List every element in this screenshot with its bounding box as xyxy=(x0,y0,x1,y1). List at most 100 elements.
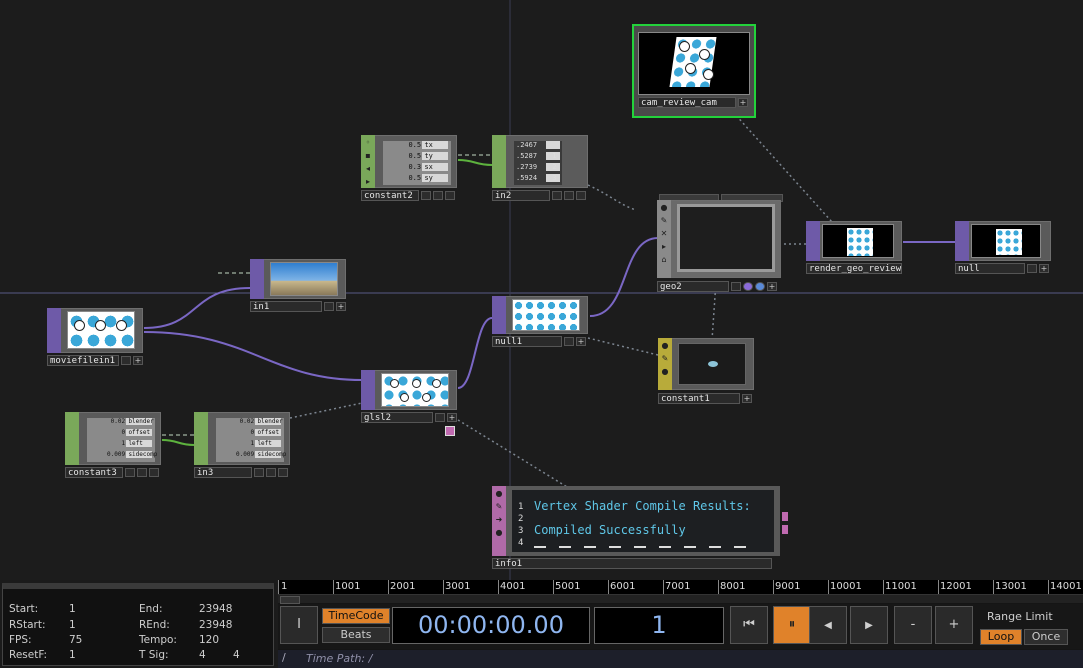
rstart-value[interactable]: 1 xyxy=(69,619,76,631)
node-info1[interactable]: ● ✎ ➜ ● 1 2 3 4 Vertex Shader Compile Re… xyxy=(492,486,788,569)
node-label[interactable]: constant1 xyxy=(658,393,740,404)
bypass-icon[interactable]: ◦ xyxy=(363,138,373,148)
node-label[interactable]: moviefilein1 xyxy=(47,355,119,366)
bypass-icon[interactable]: ● xyxy=(494,489,504,499)
path-root[interactable]: / xyxy=(282,651,286,664)
node-glsl2[interactable]: glsl2 + xyxy=(361,370,459,438)
flag-icon[interactable] xyxy=(576,191,586,200)
flag-icon[interactable] xyxy=(435,413,445,422)
node-in2[interactable]: .2467 _ .5287 _1 .2739 _2 .5924 _3 in2 xyxy=(492,135,590,201)
timecode-display[interactable]: 00:00:00.00 xyxy=(392,607,590,644)
node-label[interactable]: constant2 xyxy=(361,190,419,201)
speed-up-button[interactable]: + xyxy=(935,606,973,644)
flag-icon[interactable] xyxy=(743,282,753,291)
render-icon[interactable]: ▸ xyxy=(363,177,373,187)
flag-icon[interactable] xyxy=(324,302,334,311)
step-back-button[interactable]: ◀ xyxy=(809,606,847,644)
viewer-toggle-icon[interactable]: + xyxy=(576,337,586,346)
node-moviefilein1[interactable]: moviefilein1 + xyxy=(47,308,145,368)
flag-icon[interactable] xyxy=(433,191,443,200)
flag-icon[interactable] xyxy=(254,468,264,477)
display-icon[interactable]: ● xyxy=(660,367,670,377)
pause-button[interactable]: ⏸ xyxy=(773,606,811,644)
flag-icon[interactable] xyxy=(137,468,147,477)
flag-icon[interactable] xyxy=(121,356,131,365)
once-toggle[interactable]: Once xyxy=(1024,629,1068,645)
node-constant1[interactable]: ● ✎ ● constant1 + xyxy=(658,338,756,406)
display-icon[interactable]: ⌂ xyxy=(659,255,669,265)
flag-icon[interactable] xyxy=(552,191,562,200)
timecode-toggle[interactable]: TimeCode xyxy=(322,608,390,624)
step-forward-button[interactable]: ▶ xyxy=(850,606,888,644)
viewer-toggle-icon[interactable]: + xyxy=(738,98,748,107)
lock-icon[interactable]: ▪ xyxy=(363,151,373,161)
node-label[interactable]: in2 xyxy=(492,190,550,201)
start-value[interactable]: 1 xyxy=(69,603,76,615)
flag-icon[interactable] xyxy=(266,468,276,477)
node-label[interactable]: info1 xyxy=(492,558,772,569)
close-icon[interactable]: ✕ xyxy=(659,229,669,239)
flag-icon[interactable] xyxy=(564,191,574,200)
resetf-value[interactable]: 1 xyxy=(69,649,76,661)
node-label[interactable]: glsl2 xyxy=(361,412,433,423)
edit-icon[interactable]: ✎ xyxy=(659,216,669,226)
edit-icon[interactable]: ✎ xyxy=(494,502,504,512)
node-null[interactable]: null + xyxy=(955,221,1053,275)
arrow-right-icon[interactable]: ➜ xyxy=(494,515,504,525)
output-port[interactable] xyxy=(782,512,788,521)
node-label[interactable]: null1 xyxy=(492,336,562,347)
node-label[interactable]: null xyxy=(955,263,1025,274)
rend-value[interactable]: 23948 xyxy=(199,619,232,631)
time-path-bar[interactable]: / Time Path: / xyxy=(278,650,1083,668)
bypass-icon[interactable]: ● xyxy=(660,341,670,351)
viewer-toggle-icon[interactable]: + xyxy=(1039,264,1049,273)
node-label[interactable]: render_geo_review xyxy=(806,263,902,274)
flag-icon[interactable] xyxy=(445,191,455,200)
timeline-mode-button[interactable]: I xyxy=(280,606,318,644)
node-null1[interactable]: null1 + xyxy=(492,296,590,350)
info-dat-output-icon[interactable] xyxy=(445,426,455,436)
node-label[interactable]: in3 xyxy=(194,467,252,478)
flag-icon[interactable] xyxy=(731,282,741,291)
flag-icon[interactable] xyxy=(125,468,135,477)
fps-value[interactable]: 75 xyxy=(69,634,82,646)
viewer-icon[interactable]: ◂ xyxy=(363,164,373,174)
viewer-toggle-icon[interactable]: + xyxy=(133,356,143,365)
node-label[interactable]: constant3 xyxy=(65,467,123,478)
viewer-toggle-icon[interactable]: + xyxy=(447,413,457,422)
viewer-toggle-icon[interactable]: + xyxy=(767,282,777,291)
node-in1[interactable]: in1 + xyxy=(250,259,348,313)
loop-toggle[interactable]: Loop xyxy=(980,629,1022,645)
node-geo2[interactable]: ● ✎ ✕ ▸ ⌂ geo2 + xyxy=(657,194,783,294)
timeline[interactable]: 1 1001 2001 3001 4001 5001 6001 7001 800… xyxy=(278,580,1083,668)
node-constant3[interactable]: 0.02 blender 0 offset 1 left 0.009 sidecomp … xyxy=(65,412,163,480)
slow-down-button[interactable]: - xyxy=(894,606,932,644)
tsig-denominator[interactable]: 4 xyxy=(233,649,240,661)
viewer-toggle-icon[interactable]: + xyxy=(336,302,346,311)
flag-icon[interactable] xyxy=(564,337,574,346)
flag-icon[interactable] xyxy=(278,468,288,477)
range-bar[interactable] xyxy=(278,595,1083,604)
range-handle[interactable] xyxy=(280,596,300,604)
timeline-ruler[interactable]: 1 1001 2001 3001 4001 5001 6001 7001 800… xyxy=(278,580,1083,595)
tsig-numerator[interactable]: 4 xyxy=(199,649,206,661)
display-icon[interactable]: ● xyxy=(494,528,504,538)
node-label[interactable]: cam_review_cam xyxy=(638,97,736,108)
end-value[interactable]: 23948 xyxy=(199,603,232,615)
node-constant2[interactable]: ◦ ▪ ◂ ▸ 0.5 tx 0.5 ty 0.3 sx 0.5 sy constant… xyxy=(361,135,459,201)
flag-icon[interactable] xyxy=(1027,264,1037,273)
info1-text-viewer[interactable]: 1 2 3 4 Vertex Shader Compile Results: C… xyxy=(512,490,774,552)
frame-display[interactable]: 1 xyxy=(594,607,724,644)
node-render-geo-review[interactable]: render_geo_review xyxy=(806,221,904,275)
network-editor[interactable]: cam_review_cam + ◦ ▪ ◂ ▸ 0.5 tx 0.5 ty 0.3… xyxy=(0,0,1083,580)
viewer-toggle-icon[interactable]: + xyxy=(742,394,752,403)
beats-toggle[interactable]: Beats xyxy=(322,627,390,643)
flag-icon[interactable] xyxy=(421,191,431,200)
bypass-icon[interactable]: ● xyxy=(659,203,669,213)
node-cam-review-cam[interactable]: cam_review_cam + xyxy=(632,24,756,118)
node-label[interactable]: in1 xyxy=(250,301,322,312)
node-label[interactable]: geo2 xyxy=(657,281,729,292)
flag-icon[interactable] xyxy=(149,468,159,477)
output-port[interactable] xyxy=(782,525,788,534)
tempo-value[interactable]: 120 xyxy=(199,634,219,646)
